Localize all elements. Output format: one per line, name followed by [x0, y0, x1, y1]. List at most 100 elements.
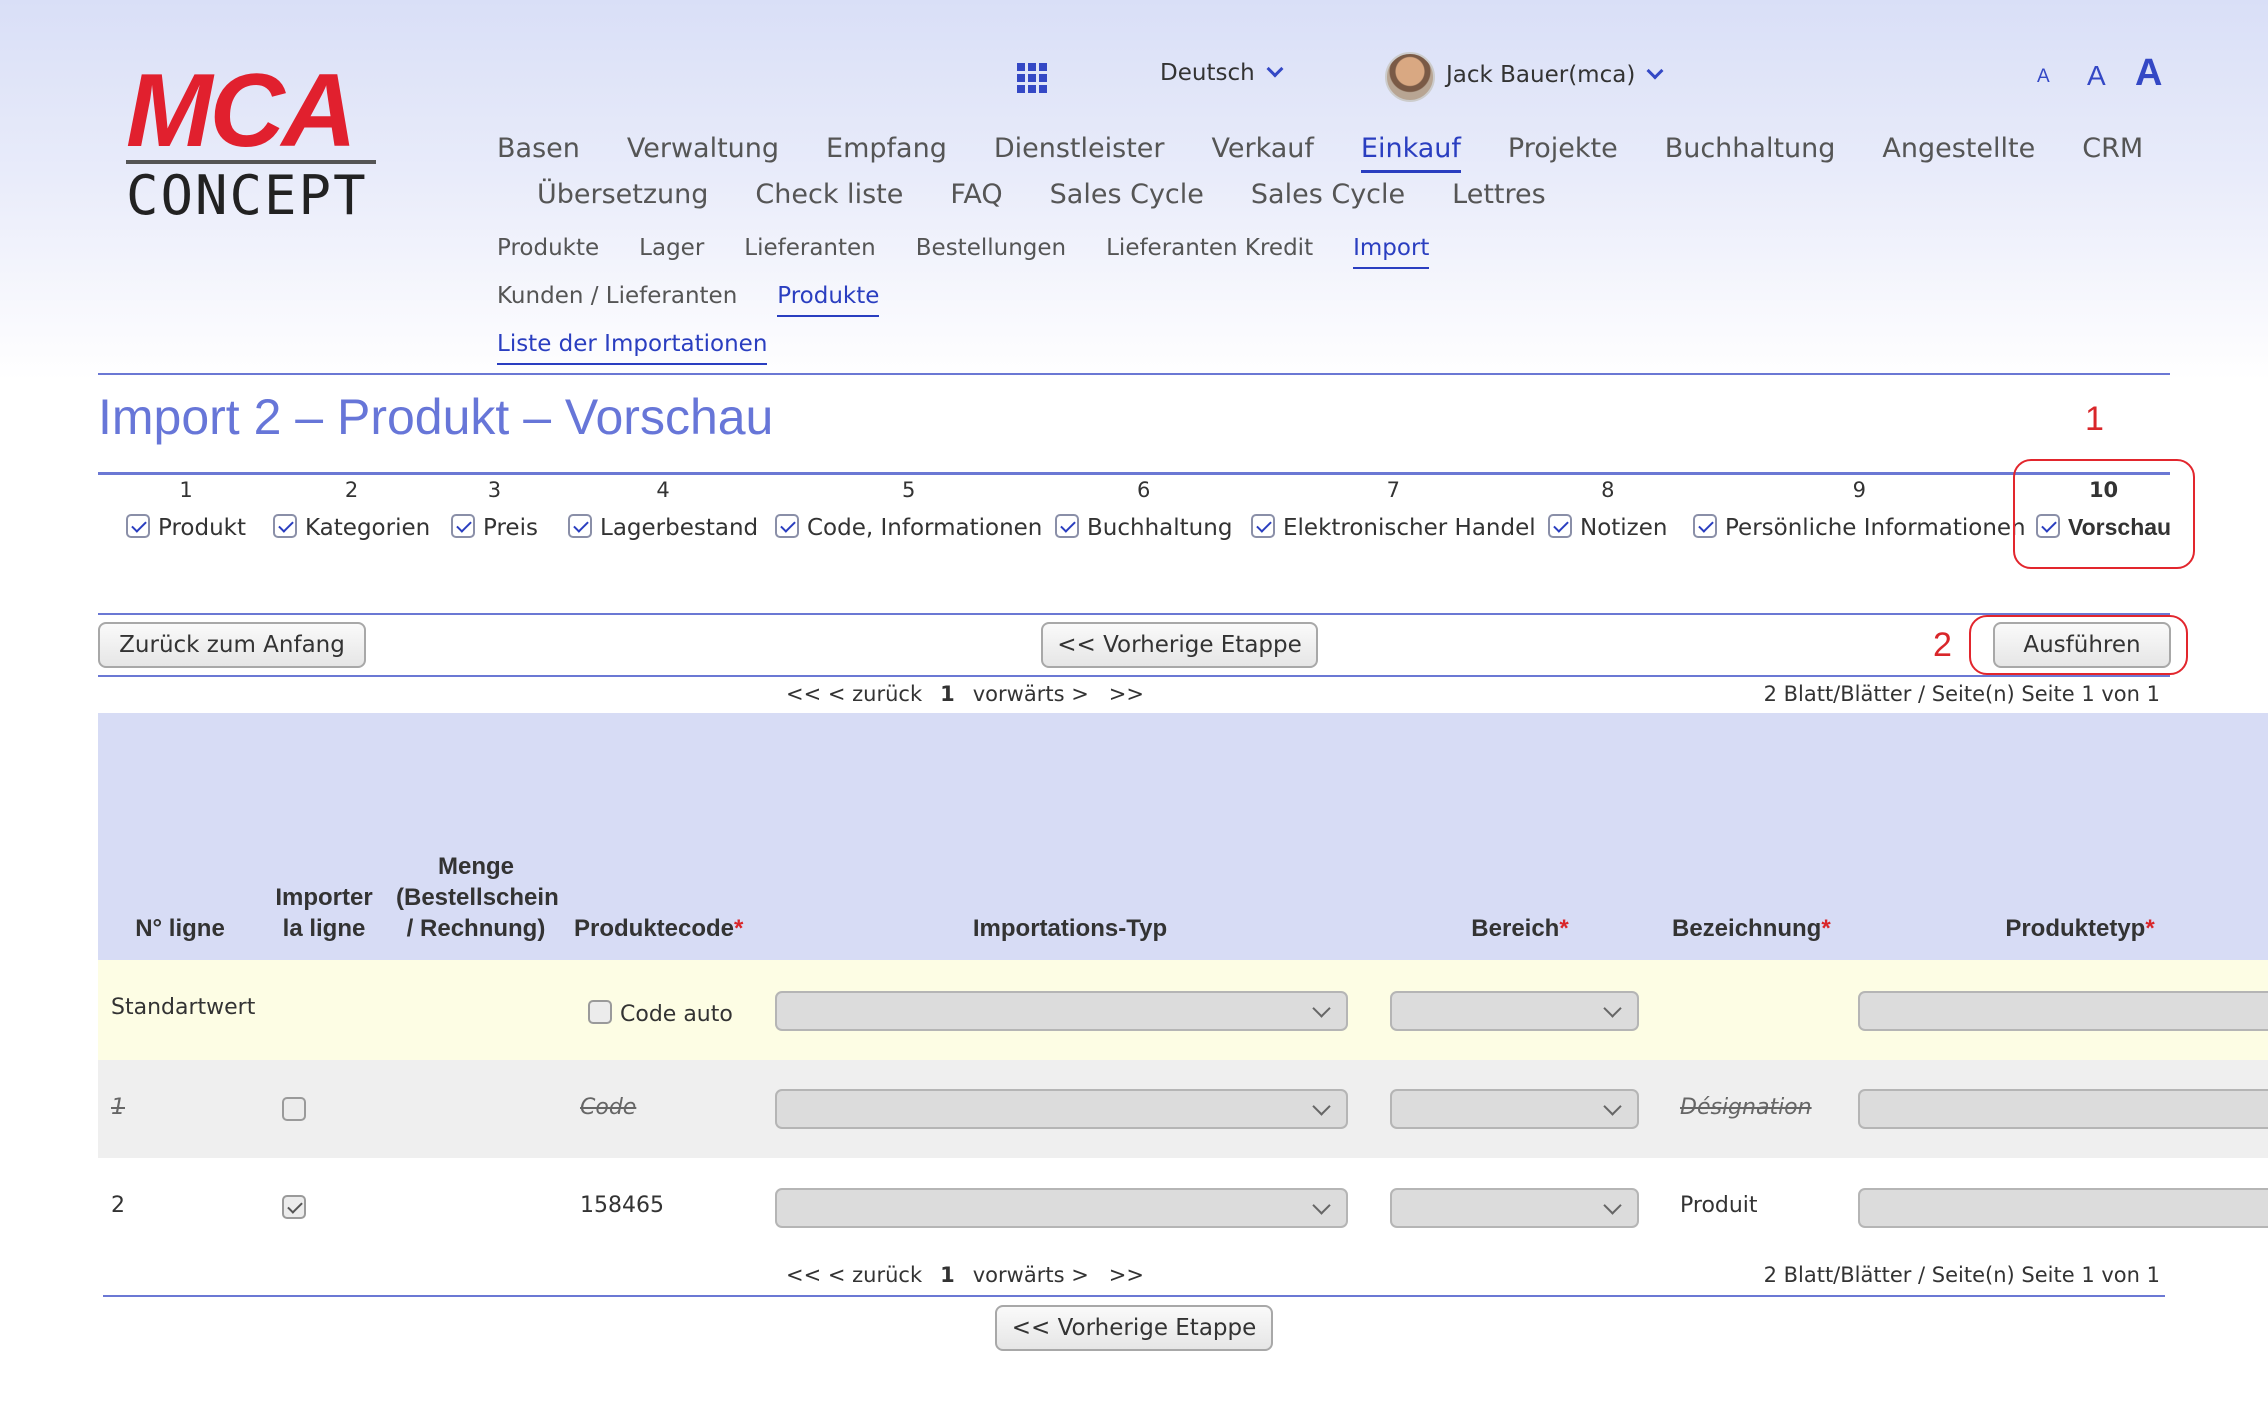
chevron-down-icon — [1266, 60, 1284, 78]
step-3[interactable]: 3 Preis — [451, 478, 538, 541]
menu-uebersetzung[interactable]: Übersetzung — [537, 179, 708, 216]
menu-einkauf[interactable]: Einkauf — [1360, 133, 1461, 173]
language-selector[interactable]: Deutsch — [1160, 60, 1284, 86]
menu-buchhaltung[interactable]: Buchhaltung — [1665, 133, 1836, 173]
user-menu[interactable]: Jack Bauer(mca) — [1446, 62, 1664, 88]
menu-basen[interactable]: Basen — [497, 133, 580, 173]
pager-prev-link[interactable]: << < zurück — [786, 1263, 922, 1287]
menu-sales-cycle[interactable]: Sales Cycle — [1050, 179, 1204, 216]
header-designation-label: Bezeichnung — [1672, 915, 1822, 942]
row-import-type-select[interactable] — [775, 1089, 1348, 1129]
submenu-kunden-lieferanten[interactable]: Kunden / Lieferanten — [497, 283, 737, 317]
menu-verwaltung[interactable]: Verwaltung — [627, 133, 779, 173]
main-menu-row-1: Basen Verwaltung Empfang Dienstleister V… — [497, 133, 2190, 173]
step-checkbox[interactable] — [1548, 514, 1572, 538]
step-9[interactable]: 9 Persönliche Informationen — [1693, 478, 2026, 541]
step-number: 4 — [656, 478, 670, 502]
menu-lettres[interactable]: Lettres — [1452, 179, 1546, 216]
annotation-number-2: 2 — [1933, 626, 1952, 664]
header-product-code: Produktecode* — [574, 913, 754, 944]
step-7[interactable]: 7 Elektronischer Handel — [1251, 478, 1536, 541]
buttons-divider — [98, 675, 2170, 677]
row-area-select[interactable] — [1390, 1089, 1639, 1129]
default-area-select[interactable] — [1390, 991, 1639, 1031]
row-product-type-select[interactable] — [1858, 1089, 2268, 1129]
menu-check-liste[interactable]: Check liste — [755, 179, 903, 216]
step-number: 6 — [1137, 478, 1151, 502]
step-5[interactable]: 5 Code, Informationen — [775, 478, 1042, 541]
pager-last-link[interactable]: >> — [1109, 1263, 1144, 1287]
page-title: Import 2 – Produkt – Vorschau — [98, 389, 774, 445]
previous-step-button[interactable]: << Vorherige Etappe — [1041, 622, 1318, 668]
step-checkbox[interactable] — [1693, 514, 1717, 538]
pager-last-link[interactable]: >> — [1109, 682, 1144, 706]
code-auto-option[interactable]: Code auto — [588, 1000, 733, 1027]
submenu-lieferanten[interactable]: Lieferanten — [744, 235, 875, 269]
menu-dienstleister[interactable]: Dienstleister — [994, 133, 1165, 173]
step-1[interactable]: 1 Produkt — [126, 478, 246, 541]
step-label: Buchhaltung — [1087, 515, 1233, 541]
company-logo[interactable]: MCA CONCEPT — [126, 59, 386, 224]
menu-verkauf[interactable]: Verkauf — [1212, 133, 1314, 173]
submenu-lieferanten-kredit[interactable]: Lieferanten Kredit — [1106, 235, 1313, 269]
row-line-number: 1 — [111, 1095, 125, 1120]
pager-next-link[interactable]: vorwärts > — [973, 1263, 1089, 1287]
step-checkbox[interactable] — [126, 514, 150, 538]
header-import-type: Importations-Typ — [972, 915, 1168, 942]
step-2[interactable]: 2 Kategorien — [273, 478, 430, 541]
menu-projekte[interactable]: Projekte — [1508, 133, 1618, 173]
row-product-code: 158465 — [580, 1193, 664, 1218]
pager-current-page[interactable]: 1 — [940, 1263, 955, 1287]
default-import-type-select[interactable] — [775, 991, 1348, 1031]
menu-faq[interactable]: FAQ — [950, 179, 1002, 216]
avatar[interactable] — [1385, 52, 1435, 102]
step-4[interactable]: 4 Lagerbestand — [568, 478, 758, 541]
step-8[interactable]: 8 Notizen — [1548, 478, 1668, 541]
font-size-medium-button[interactable]: A — [2087, 60, 2106, 92]
step-checkbox[interactable] — [1251, 514, 1275, 538]
row-import-type-select[interactable] — [775, 1188, 1348, 1228]
submenu-produkte[interactable]: Produkte — [497, 235, 599, 269]
step-checkbox[interactable] — [451, 514, 475, 538]
pager-prev-link[interactable]: << < zurück — [786, 682, 922, 706]
row-import-checkbox[interactable] — [282, 1195, 306, 1219]
pager-info-bottom: 2 Blatt/Blätter / Seite(n) Seite 1 von 1 — [1763, 1263, 2160, 1287]
step-number: 2 — [344, 478, 359, 502]
submenu-import-produkte[interactable]: Produkte — [777, 283, 880, 317]
row-import-checkbox-wrap — [282, 1195, 314, 1222]
pager-next-link[interactable]: vorwärts > — [973, 682, 1089, 706]
step-checkbox[interactable] — [273, 514, 297, 538]
step-checkbox[interactable] — [1055, 514, 1079, 538]
step-label: Lagerbestand — [600, 515, 759, 541]
submenu-liste-der-importationen[interactable]: Liste der Importationen — [497, 331, 768, 365]
header-line-no: N° ligne — [135, 915, 225, 942]
default-product-type-select[interactable] — [1858, 991, 2268, 1031]
font-size-small-button[interactable]: A — [2037, 66, 2050, 88]
code-auto-checkbox[interactable] — [588, 1000, 612, 1024]
menu-empfang[interactable]: Empfang — [826, 133, 947, 173]
submenu-lager[interactable]: Lager — [639, 235, 704, 269]
menu-crm[interactable]: CRM — [2082, 133, 2143, 173]
logo-concept-text: CONCEPT — [126, 164, 368, 227]
annotation-box-1 — [2013, 459, 2195, 569]
row-product-type-select[interactable] — [1858, 1188, 2268, 1228]
submenu-import[interactable]: Import — [1353, 235, 1430, 269]
font-size-large-button[interactable]: A — [2135, 52, 2162, 95]
grid-icon[interactable] — [1017, 63, 1047, 93]
step-checkbox[interactable] — [775, 514, 799, 538]
row-import-checkbox[interactable] — [282, 1097, 306, 1121]
row-area-select[interactable] — [1390, 1188, 1639, 1228]
menu-angestellte[interactable]: Angestellte — [1882, 133, 2035, 173]
header-area-label: Bereich — [1471, 915, 1560, 942]
menu-sales-cycle-2[interactable]: Sales Cycle — [1251, 179, 1405, 216]
execute-button[interactable]: Ausführen — [1993, 622, 2171, 668]
pager-current-page[interactable]: 1 — [940, 682, 955, 706]
back-to-start-button[interactable]: Zurück zum Anfang — [98, 622, 366, 668]
submenu-bestellungen[interactable]: Bestellungen — [916, 235, 1066, 269]
step-6[interactable]: 6 Buchhaltung — [1055, 478, 1232, 541]
step-checkbox[interactable] — [568, 514, 592, 538]
header-divider — [98, 373, 2170, 375]
step-label: Produkt — [158, 515, 247, 541]
required-marker: * — [2145, 915, 2155, 942]
previous-step-button-bottom[interactable]: << Vorherige Etappe — [995, 1305, 1273, 1351]
